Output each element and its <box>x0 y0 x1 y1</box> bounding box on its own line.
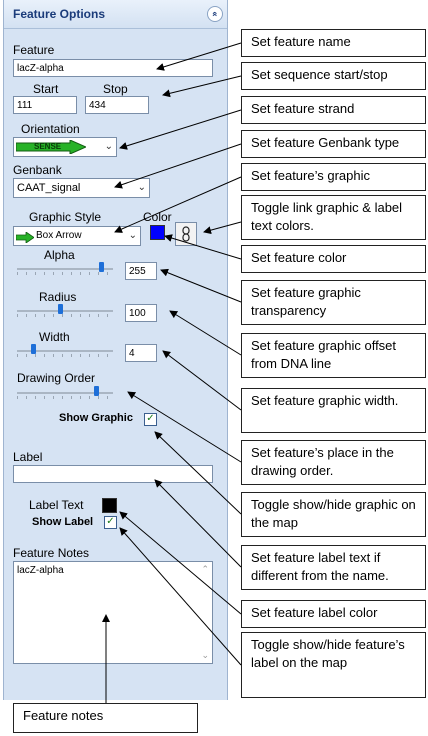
arrow-label-color <box>119 511 242 615</box>
arrow-label-text <box>154 479 242 568</box>
arrow-start-stop <box>162 75 242 98</box>
arrow-link-colors <box>203 221 242 235</box>
arrow-offset <box>169 310 242 356</box>
callout-arrows <box>102 42 242 703</box>
arrow-genbank <box>114 143 242 189</box>
arrow-drawing-order <box>127 391 242 463</box>
arrow-strand <box>119 109 242 150</box>
arrow-feature-color <box>164 234 242 260</box>
arrow-show-graphic <box>154 431 242 515</box>
arrow-graphic <box>114 176 242 233</box>
arrow-width <box>162 350 242 411</box>
arrow-feature-name <box>156 42 242 71</box>
arrow-transparency <box>160 268 242 303</box>
